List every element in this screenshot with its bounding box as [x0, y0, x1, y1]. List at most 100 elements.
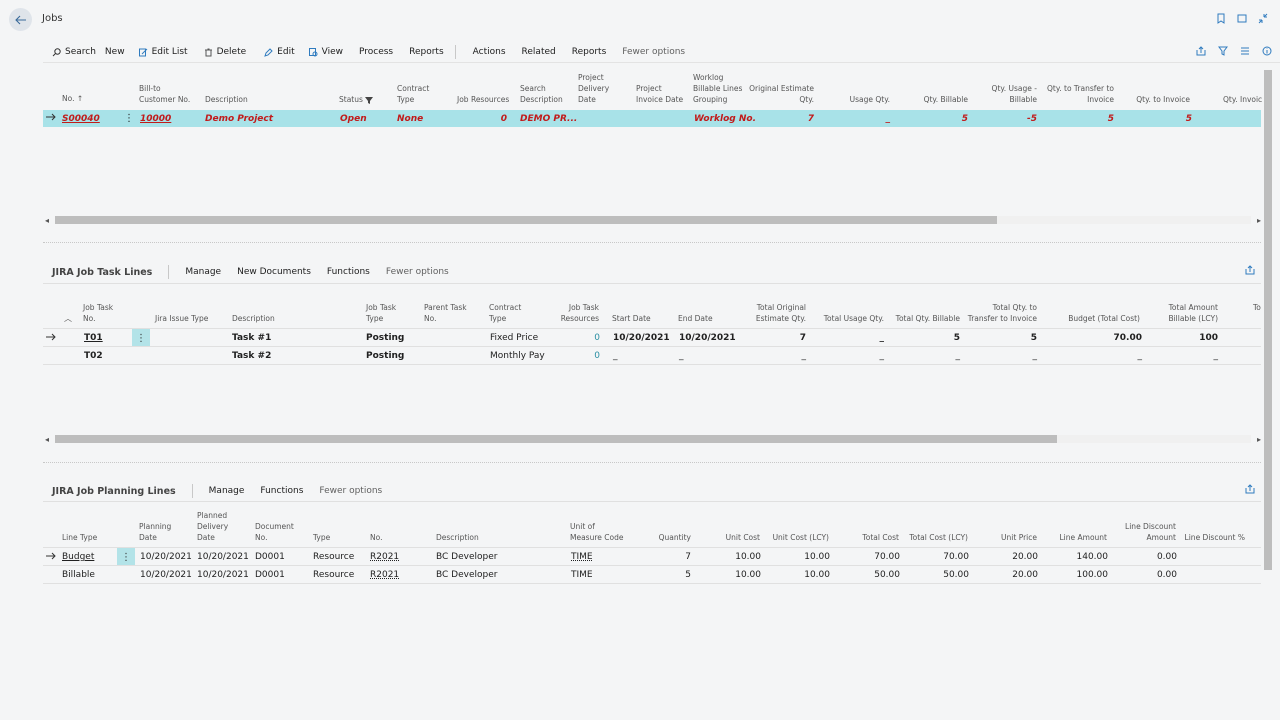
col-pdd-2[interactable]: Delivery: [578, 84, 609, 95]
plan-no[interactable]: R2021: [370, 570, 399, 580]
col-billto-1[interactable]: Bill-to: [139, 84, 161, 95]
pcol-doc-1[interactable]: Document: [255, 522, 294, 533]
col-search-2[interactable]: Description: [520, 95, 563, 106]
plan-line-type[interactable]: Budget: [62, 552, 94, 562]
back-button[interactable]: [9, 8, 32, 31]
actions-button[interactable]: Actions: [473, 47, 506, 57]
plan-line-type[interactable]: Billable: [62, 570, 95, 580]
task-manage-button[interactable]: Manage: [185, 267, 221, 277]
task-no[interactable]: T01: [84, 333, 103, 343]
job-no[interactable]: S00040: [62, 114, 100, 124]
pcol-quantity[interactable]: Quantity: [640, 533, 691, 544]
col-transfer-1[interactable]: Qty. to Transfer to: [1040, 84, 1114, 95]
pcol-total-cost-lcy[interactable]: Total Cost (LCY): [905, 533, 968, 544]
tcol-parent-2[interactable]: No.: [424, 314, 436, 325]
col-to-invoice[interactable]: Qty. to Invoice: [1120, 95, 1190, 106]
task-fewer-options-button[interactable]: Fewer options: [386, 267, 449, 277]
tcol-jira[interactable]: Jira Issue Type: [155, 314, 208, 325]
new-button[interactable]: New: [105, 47, 125, 57]
col-pid-2[interactable]: Invoice Date: [636, 95, 683, 106]
col-pdd-1[interactable]: Project: [578, 73, 604, 84]
tcol-parent-1[interactable]: Parent Task: [424, 303, 467, 314]
scroll-right-icon[interactable]: ▸: [1257, 435, 1261, 444]
pcol-lda-2[interactable]: Amount: [1110, 533, 1176, 544]
pcol-unit-price[interactable]: Unit Price: [990, 533, 1037, 544]
list-view-icon[interactable]: [1240, 46, 1250, 56]
tcol-contract-1[interactable]: Contract: [489, 303, 521, 314]
job-billto[interactable]: 10000: [140, 114, 171, 124]
tcol-budget[interactable]: Budget (Total Cost): [1060, 314, 1140, 325]
process-button[interactable]: Process: [359, 47, 393, 57]
tcol-no-2[interactable]: No.: [83, 314, 95, 325]
task-share-icon[interactable]: [1245, 265, 1255, 278]
tcol-toe-1[interactable]: Total Original: [740, 303, 806, 314]
col-job-resources[interactable]: Job Resources: [457, 95, 509, 106]
pcol-ldp[interactable]: Line Discount %: [1180, 533, 1245, 544]
plan-uom[interactable]: TIME: [571, 570, 593, 580]
col-orig-1[interactable]: Original Estimate: [740, 84, 814, 95]
col-usage[interactable]: Usage Qty.: [830, 95, 890, 106]
col-orig-2[interactable]: Qty.: [740, 95, 814, 106]
pcol-doc-2[interactable]: No.: [255, 533, 267, 544]
col-status[interactable]: Status: [339, 95, 374, 106]
col-no[interactable]: No. ↑: [62, 94, 83, 105]
col-transfer-2[interactable]: Invoice: [1040, 95, 1114, 106]
pcol-line-type[interactable]: Line Type: [62, 533, 97, 544]
sort-icon[interactable]: ︿: [64, 314, 72, 325]
tasks-hscrollbar[interactable]: ◂ ▸: [43, 435, 1261, 444]
planning-manage-button[interactable]: Manage: [209, 486, 245, 496]
vertical-scrollbar[interactable]: [1264, 70, 1272, 570]
tcol-res-2[interactable]: Resources: [555, 314, 599, 325]
task-new-documents-button[interactable]: New Documents: [237, 267, 311, 277]
reports-button[interactable]: Reports: [409, 47, 444, 57]
col-contract-2[interactable]: Type: [397, 95, 414, 106]
tcol-to[interactable]: To: [1253, 303, 1261, 314]
plan-uom[interactable]: TIME: [571, 552, 593, 562]
tcol-description[interactable]: Description: [232, 314, 275, 325]
tasks-hscroll-thumb[interactable]: [55, 435, 1057, 443]
scroll-right-icon[interactable]: ▸: [1257, 216, 1261, 225]
tcol-end[interactable]: End Date: [678, 314, 713, 325]
fewer-options-button[interactable]: Fewer options: [622, 47, 685, 57]
col-worklog-1[interactable]: Worklog: [693, 73, 723, 84]
pcol-type[interactable]: Type: [313, 533, 330, 544]
pcol-lda-1[interactable]: Line Discount: [1110, 522, 1176, 533]
reports2-button[interactable]: Reports: [572, 47, 607, 57]
task-resources[interactable]: 0: [580, 333, 600, 343]
col-worklog-2[interactable]: Billable Lines: [693, 84, 742, 95]
pcol-pd-1[interactable]: Planning: [139, 522, 171, 533]
scroll-left-icon[interactable]: ◂: [45, 435, 49, 444]
col-usage-billable-2[interactable]: Billable: [975, 95, 1037, 106]
pcol-uom-2[interactable]: Measure Code: [570, 533, 623, 544]
tcol-transfer-2[interactable]: Transfer to Invoice: [962, 314, 1037, 325]
tcol-no-1[interactable]: Job Task: [83, 303, 113, 314]
col-billable[interactable]: Qty. Billable: [900, 95, 968, 106]
jobs-hscrollbar[interactable]: ◂ ▸: [43, 216, 1261, 225]
tcol-tab-1[interactable]: Total Amount: [1150, 303, 1218, 314]
pcol-uom-1[interactable]: Unit of: [570, 522, 595, 533]
col-pdd-3[interactable]: Date: [578, 95, 596, 106]
tcol-type-2[interactable]: Type: [366, 314, 383, 325]
row-menu-icon[interactable]: ⋮: [132, 329, 150, 347]
col-description[interactable]: Description: [205, 95, 248, 106]
row-menu-icon[interactable]: ⋮: [124, 113, 134, 124]
pcol-pd-2[interactable]: Date: [139, 533, 157, 544]
task-no[interactable]: T02: [84, 351, 103, 361]
pcol-line-amount[interactable]: Line Amount: [1050, 533, 1108, 544]
open-new-window-icon[interactable]: [1237, 13, 1247, 24]
search-button[interactable]: Search: [52, 47, 96, 57]
edit-button[interactable]: Edit: [264, 47, 295, 57]
pcol-total-cost[interactable]: Total Cost: [850, 533, 899, 544]
pcol-unit-cost[interactable]: Unit Cost: [710, 533, 760, 544]
col-search-1[interactable]: Search: [520, 84, 546, 95]
delete-button[interactable]: Delete: [204, 47, 246, 57]
planning-functions-button[interactable]: Functions: [260, 486, 303, 496]
tcol-contract-2[interactable]: Type: [489, 314, 506, 325]
col-usage-billable-1[interactable]: Qty. Usage -: [975, 84, 1037, 95]
info-icon[interactable]: [1262, 46, 1272, 56]
pcol-description[interactable]: Description: [436, 533, 479, 544]
pcol-unit-cost-lcy[interactable]: Unit Cost (LCY): [770, 533, 829, 544]
col-pid-1[interactable]: Project: [636, 84, 662, 95]
related-button[interactable]: Related: [522, 47, 556, 57]
tcol-toe-2[interactable]: Estimate Qty.: [740, 314, 806, 325]
